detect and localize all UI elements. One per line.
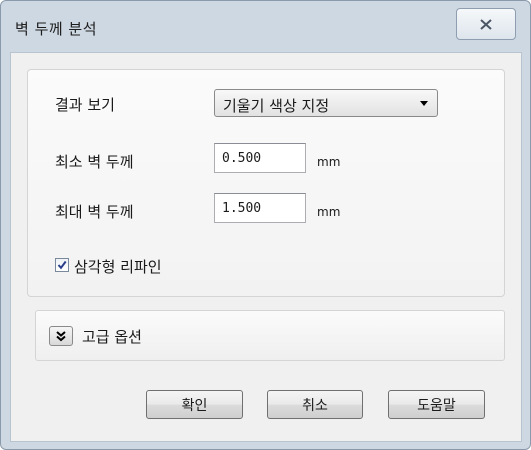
triangle-refine-checkbox[interactable] bbox=[55, 258, 69, 272]
view-result-selected: 기울기 색상 지정 bbox=[223, 97, 330, 115]
min-thickness-label: 최소 벽 두께 bbox=[55, 153, 134, 171]
triangle-refine-label[interactable]: 삼각형 리파인 bbox=[74, 256, 162, 277]
advanced-options-label[interactable]: 고급 옵션 bbox=[82, 326, 142, 347]
chevron-down-icon bbox=[420, 101, 428, 106]
min-thickness-field[interactable] bbox=[214, 143, 306, 173]
max-thickness-unit: mm bbox=[317, 205, 341, 219]
help-button[interactable]: 도움말 bbox=[388, 390, 485, 419]
double-chevron-down-icon bbox=[56, 331, 66, 342]
max-thickness-field[interactable] bbox=[214, 193, 306, 223]
max-thickness-label: 최대 벽 두께 bbox=[55, 203, 134, 221]
min-thickness-input[interactable] bbox=[215, 144, 305, 172]
close-icon bbox=[480, 18, 492, 30]
window-title: 벽 두께 분석 bbox=[15, 20, 98, 38]
close-button[interactable] bbox=[456, 8, 516, 40]
view-result-dropdown[interactable]: 기울기 색상 지정 bbox=[214, 89, 438, 117]
view-result-label: 결과 보기 bbox=[55, 96, 115, 114]
ok-button[interactable]: 확인 bbox=[146, 390, 243, 419]
min-thickness-unit: mm bbox=[317, 155, 341, 169]
checkmark-icon bbox=[57, 260, 67, 270]
advanced-options-expander[interactable] bbox=[49, 326, 73, 346]
cancel-button[interactable]: 취소 bbox=[267, 390, 363, 419]
max-thickness-input[interactable] bbox=[215, 194, 305, 222]
